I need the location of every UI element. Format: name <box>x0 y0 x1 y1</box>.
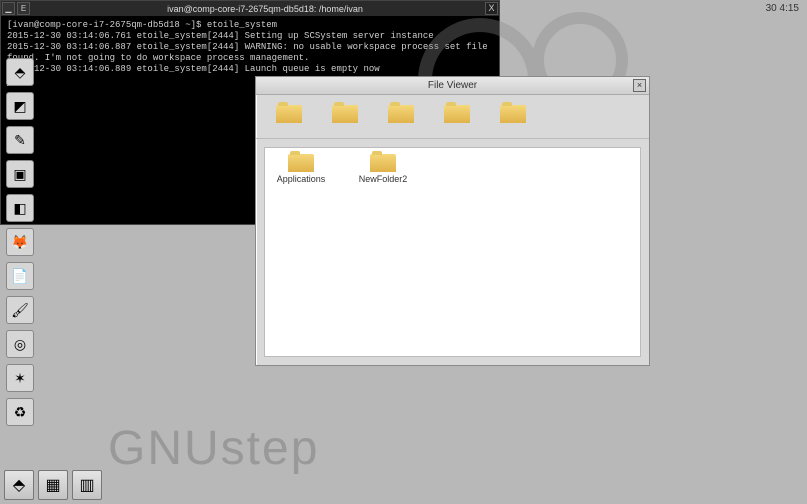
terminal-minimize-button[interactable]: ▁ <box>2 2 15 15</box>
path-segment-3[interactable] <box>386 105 416 129</box>
folder-icon <box>500 105 526 123</box>
folder-label: Applications <box>277 174 326 184</box>
task-gnustep[interactable]: ⬘ <box>4 470 34 500</box>
task-fileviewer[interactable]: ▦ <box>38 470 68 500</box>
folder-icon <box>388 105 414 123</box>
gimp-app[interactable]: 🖌 <box>6 296 34 324</box>
folder-newfolder2[interactable]: NewFolder2 <box>353 154 413 184</box>
fileviewer-title: File Viewer <box>256 80 649 91</box>
task-terminal[interactable]: ▥ <box>72 470 102 500</box>
fileviewer-titlebar[interactable]: File Viewer × <box>256 77 649 95</box>
terminal-app[interactable]: ▣ <box>6 160 34 188</box>
recycle-app[interactable]: ♻ <box>6 398 34 426</box>
path-segment-4[interactable] <box>442 105 472 129</box>
folder-label: NewFolder2 <box>359 174 408 184</box>
terminal-expand-button[interactable]: E <box>17 2 30 15</box>
dock: ⬘ ◩ ✎ ▣ ◧ 🦊 📄 🖌 ◎ ✶ ♻ <box>6 58 34 426</box>
folder-icon <box>370 154 396 172</box>
taskbar: ⬘▦▥ <box>4 470 102 500</box>
fileviewer-path-toolbar <box>256 95 649 139</box>
terminal-line: [ivan@comp-core-i7-2675qm-db5d18 ~]$ eto… <box>7 20 493 31</box>
gnustep-watermark: GNUstep <box>108 421 319 476</box>
terminal-titlebar[interactable]: ▁ E ivan@comp-core-i7-2675qm-db5d18: /ho… <box>1 1 499 16</box>
terminal-line: 2015-12-30 03:14:06.889 etoile_system[24… <box>7 64 493 75</box>
etoile-app[interactable]: ✶ <box>6 364 34 392</box>
folder-icon <box>444 105 470 123</box>
folder-icon <box>288 154 314 172</box>
terminal-close-button[interactable]: X <box>485 2 498 15</box>
media-app[interactable]: ◎ <box>6 330 34 358</box>
fileviewer-window: File Viewer × Applications NewFolder2 <box>255 76 650 366</box>
path-segment-5[interactable] <box>498 105 528 129</box>
clock: 30 4:15 <box>766 3 799 14</box>
fileviewer-close-button[interactable]: × <box>633 79 646 92</box>
terminal-title: ivan@comp-core-i7-2675qm-db5d18: /home/i… <box>31 4 499 14</box>
terminal-line: 2015-12-30 03:14:06.761 etoile_system[24… <box>7 31 493 42</box>
gnustep-app[interactable]: ⬘ <box>6 58 34 86</box>
terminal-line: 2015-12-30 03:14:06.887 etoile_system[24… <box>7 42 493 64</box>
textedit-app[interactable]: 📄 <box>6 262 34 290</box>
folder-icon <box>276 105 302 123</box>
folder-icon <box>332 105 358 123</box>
folder-applications[interactable]: Applications <box>271 154 331 184</box>
workspace-app[interactable]: ◩ <box>6 92 34 120</box>
firefox-app[interactable]: 🦊 <box>6 228 34 256</box>
path-segment-1[interactable] <box>274 105 304 129</box>
preferences-app[interactable]: ✎ <box>6 126 34 154</box>
path-segment-2[interactable] <box>330 105 360 129</box>
imageviewer-app[interactable]: ◧ <box>6 194 34 222</box>
fileviewer-body[interactable]: Applications NewFolder2 <box>264 147 641 357</box>
